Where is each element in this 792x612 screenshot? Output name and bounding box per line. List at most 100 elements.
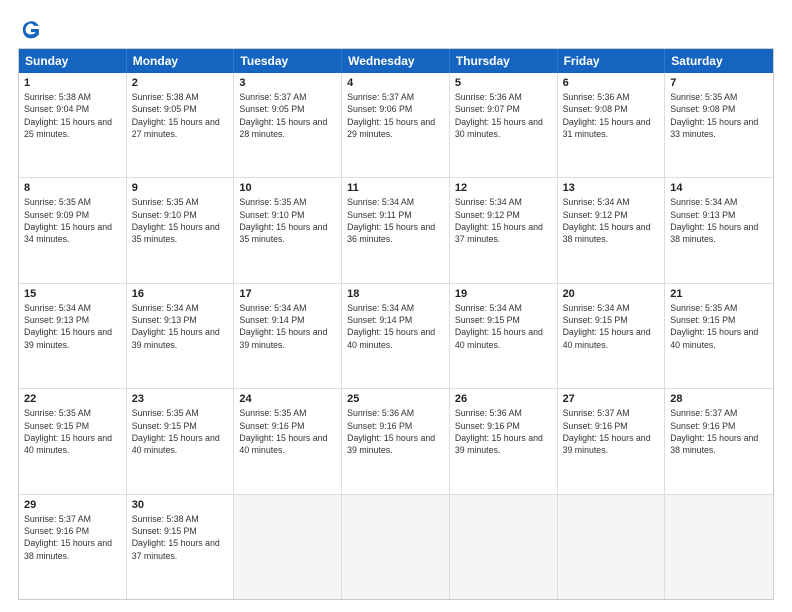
- day-info: Sunrise: 5:34 AMSunset: 9:13 PMDaylight:…: [670, 196, 768, 245]
- day-number: 30: [132, 499, 229, 511]
- day-info: Sunrise: 5:38 AMSunset: 9:05 PMDaylight:…: [132, 91, 229, 140]
- day-info: Sunrise: 5:34 AMSunset: 9:11 PMDaylight:…: [347, 196, 444, 245]
- day-number: 29: [24, 499, 121, 511]
- day-cell-24: 24 Sunrise: 5:35 AMSunset: 9:16 PMDayligh…: [234, 389, 342, 493]
- day-number: 19: [455, 288, 552, 300]
- day-cell-29: 29 Sunrise: 5:37 AMSunset: 9:16 PMDayligh…: [19, 495, 127, 599]
- day-number: 24: [239, 393, 336, 405]
- day-cell-4: 4 Sunrise: 5:37 AMSunset: 9:06 PMDaylight…: [342, 73, 450, 177]
- day-number: 23: [132, 393, 229, 405]
- day-cell-30: 30 Sunrise: 5:38 AMSunset: 9:15 PMDayligh…: [127, 495, 235, 599]
- header-cell-friday: Friday: [558, 49, 666, 73]
- day-info: Sunrise: 5:36 AMSunset: 9:08 PMDaylight:…: [563, 91, 660, 140]
- day-cell-6: 6 Sunrise: 5:36 AMSunset: 9:08 PMDaylight…: [558, 73, 666, 177]
- day-cell-19: 19 Sunrise: 5:34 AMSunset: 9:15 PMDayligh…: [450, 284, 558, 388]
- day-info: Sunrise: 5:34 AMSunset: 9:14 PMDaylight:…: [347, 302, 444, 351]
- logo: [18, 18, 44, 40]
- day-info: Sunrise: 5:34 AMSunset: 9:15 PMDaylight:…: [455, 302, 552, 351]
- day-number: 25: [347, 393, 444, 405]
- day-info: Sunrise: 5:37 AMSunset: 9:06 PMDaylight:…: [347, 91, 444, 140]
- day-info: Sunrise: 5:34 AMSunset: 9:13 PMDaylight:…: [24, 302, 121, 351]
- day-cell-26: 26 Sunrise: 5:36 AMSunset: 9:16 PMDayligh…: [450, 389, 558, 493]
- header: [18, 18, 774, 40]
- calendar-body: 1Sunrise: 5:38 AMSunset: 9:04 PMDaylight…: [19, 73, 773, 599]
- day-info: Sunrise: 5:35 AMSunset: 9:15 PMDaylight:…: [24, 407, 121, 456]
- empty-cell: [234, 495, 342, 599]
- header-cell-tuesday: Tuesday: [234, 49, 342, 73]
- day-cell-21: 21 Sunrise: 5:35 AMSunset: 9:15 PMDayligh…: [665, 284, 773, 388]
- empty-cell: [342, 495, 450, 599]
- day-number: 20: [563, 288, 660, 300]
- calendar-header: SundayMondayTuesdayWednesdayThursdayFrid…: [19, 49, 773, 73]
- day-number: 21: [670, 288, 768, 300]
- day-cell-14: 14 Sunrise: 5:34 AMSunset: 9:13 PMDayligh…: [665, 178, 773, 282]
- day-info: Sunrise: 5:34 AMSunset: 9:13 PMDaylight:…: [132, 302, 229, 351]
- calendar: SundayMondayTuesdayWednesdayThursdayFrid…: [18, 48, 774, 600]
- day-cell-12: 12 Sunrise: 5:34 AMSunset: 9:12 PMDayligh…: [450, 178, 558, 282]
- day-cell-3: 3Sunrise: 5:37 AMSunset: 9:05 PMDaylight…: [234, 73, 342, 177]
- header-cell-thursday: Thursday: [450, 49, 558, 73]
- day-info: Sunrise: 5:36 AMSunset: 9:07 PMDaylight:…: [455, 91, 552, 140]
- day-cell-23: 23 Sunrise: 5:35 AMSunset: 9:15 PMDayligh…: [127, 389, 235, 493]
- empty-cell: [558, 495, 666, 599]
- day-info: Sunrise: 5:34 AMSunset: 9:12 PMDaylight:…: [455, 196, 552, 245]
- day-cell-8: 8Sunrise: 5:35 AMSunset: 9:09 PMDaylight…: [19, 178, 127, 282]
- day-number: 9: [132, 182, 229, 194]
- day-number: 5: [455, 77, 552, 89]
- day-info: Sunrise: 5:38 AMSunset: 9:15 PMDaylight:…: [132, 513, 229, 562]
- header-cell-wednesday: Wednesday: [342, 49, 450, 73]
- day-info: Sunrise: 5:34 AMSunset: 9:14 PMDaylight:…: [239, 302, 336, 351]
- header-cell-sunday: Sunday: [19, 49, 127, 73]
- day-number: 2: [132, 77, 229, 89]
- day-number: 28: [670, 393, 768, 405]
- day-info: Sunrise: 5:37 AMSunset: 9:16 PMDaylight:…: [670, 407, 768, 456]
- day-number: 15: [24, 288, 121, 300]
- day-info: Sunrise: 5:35 AMSunset: 9:15 PMDaylight:…: [132, 407, 229, 456]
- day-info: Sunrise: 5:37 AMSunset: 9:16 PMDaylight:…: [24, 513, 121, 562]
- day-cell-20: 20 Sunrise: 5:34 AMSunset: 9:15 PMDayligh…: [558, 284, 666, 388]
- day-number: 16: [132, 288, 229, 300]
- day-number: 27: [563, 393, 660, 405]
- day-number: 6: [563, 77, 660, 89]
- calendar-row-1: 1Sunrise: 5:38 AMSunset: 9:04 PMDaylight…: [19, 73, 773, 178]
- day-number: 13: [563, 182, 660, 194]
- day-cell-27: 27Sunrise: 5:37 AMSunset: 9:16 PMDayligh…: [558, 389, 666, 493]
- day-cell-25: 25Sunrise: 5:36 AMSunset: 9:16 PMDayligh…: [342, 389, 450, 493]
- day-number: 3: [239, 77, 336, 89]
- header-cell-monday: Monday: [127, 49, 235, 73]
- day-cell-28: 28 Sunrise: 5:37 AMSunset: 9:16 PMDayligh…: [665, 389, 773, 493]
- day-cell-22: 22Sunrise: 5:35 AMSunset: 9:15 PMDayligh…: [19, 389, 127, 493]
- page: SundayMondayTuesdayWednesdayThursdayFrid…: [0, 0, 792, 612]
- day-info: Sunrise: 5:36 AMSunset: 9:16 PMDaylight:…: [455, 407, 552, 456]
- empty-cell: [450, 495, 558, 599]
- calendar-row-3: 15 Sunrise: 5:34 AMSunset: 9:13 PMDayligh…: [19, 284, 773, 389]
- empty-cell: [665, 495, 773, 599]
- day-info: Sunrise: 5:35 AMSunset: 9:10 PMDaylight:…: [239, 196, 336, 245]
- header-cell-saturday: Saturday: [665, 49, 773, 73]
- day-cell-13: 13Sunrise: 5:34 AMSunset: 9:12 PMDayligh…: [558, 178, 666, 282]
- day-info: Sunrise: 5:35 AMSunset: 9:10 PMDaylight:…: [132, 196, 229, 245]
- day-number: 17: [239, 288, 336, 300]
- day-cell-9: 9 Sunrise: 5:35 AMSunset: 9:10 PMDaylight…: [127, 178, 235, 282]
- logo-icon: [20, 18, 42, 40]
- calendar-row-5: 29 Sunrise: 5:37 AMSunset: 9:16 PMDayligh…: [19, 495, 773, 599]
- day-number: 11: [347, 182, 444, 194]
- day-info: Sunrise: 5:35 AMSunset: 9:15 PMDaylight:…: [670, 302, 768, 351]
- day-info: Sunrise: 5:38 AMSunset: 9:04 PMDaylight:…: [24, 91, 121, 140]
- day-number: 14: [670, 182, 768, 194]
- calendar-row-2: 8Sunrise: 5:35 AMSunset: 9:09 PMDaylight…: [19, 178, 773, 283]
- day-number: 18: [347, 288, 444, 300]
- day-number: 4: [347, 77, 444, 89]
- day-cell-15: 15 Sunrise: 5:34 AMSunset: 9:13 PMDayligh…: [19, 284, 127, 388]
- day-number: 7: [670, 77, 768, 89]
- day-cell-1: 1Sunrise: 5:38 AMSunset: 9:04 PMDaylight…: [19, 73, 127, 177]
- day-info: Sunrise: 5:35 AMSunset: 9:16 PMDaylight:…: [239, 407, 336, 456]
- day-info: Sunrise: 5:35 AMSunset: 9:09 PMDaylight:…: [24, 196, 121, 245]
- day-info: Sunrise: 5:34 AMSunset: 9:15 PMDaylight:…: [563, 302, 660, 351]
- day-cell-11: 11 Sunrise: 5:34 AMSunset: 9:11 PMDayligh…: [342, 178, 450, 282]
- day-number: 12: [455, 182, 552, 194]
- calendar-row-4: 22Sunrise: 5:35 AMSunset: 9:15 PMDayligh…: [19, 389, 773, 494]
- day-cell-10: 10Sunrise: 5:35 AMSunset: 9:10 PMDayligh…: [234, 178, 342, 282]
- day-number: 26: [455, 393, 552, 405]
- day-cell-18: 18 Sunrise: 5:34 AMSunset: 9:14 PMDayligh…: [342, 284, 450, 388]
